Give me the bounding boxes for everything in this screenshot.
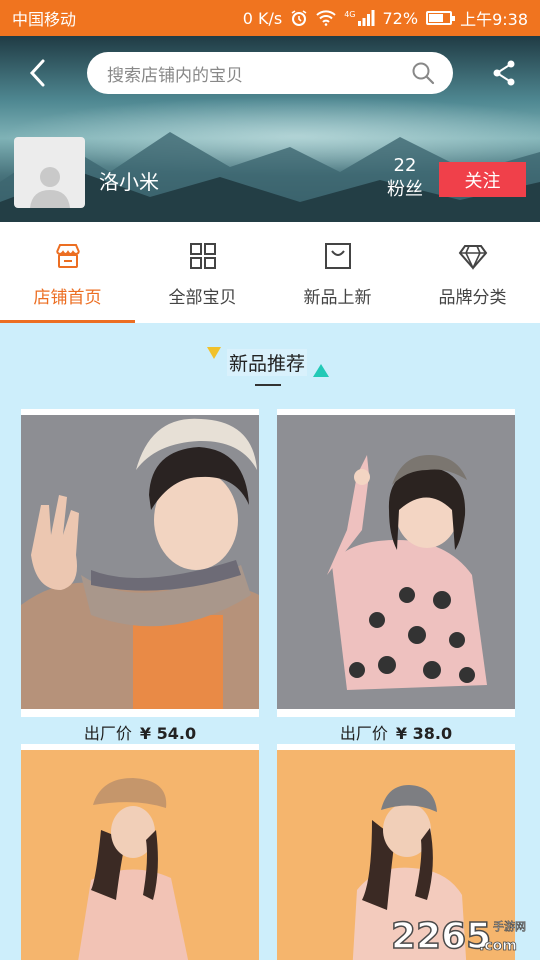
- alarm-icon: [290, 9, 308, 27]
- product-photo-girl-polka: [277, 415, 515, 709]
- price-label: 出厂价: [339, 724, 388, 743]
- product-photo-boy: [21, 415, 259, 709]
- chevron-left-icon: [29, 59, 45, 87]
- tab-new-arrivals[interactable]: 新品上新: [270, 222, 405, 323]
- network-type: 4G: [344, 10, 356, 19]
- product-image[interactable]: [21, 750, 259, 960]
- share-icon: [493, 60, 515, 86]
- share-button[interactable]: [488, 56, 520, 90]
- product-price-line: 出厂价 ¥ 38.0: [277, 720, 515, 744]
- tab-brand-categories[interactable]: 品牌分类: [405, 222, 540, 323]
- product-price: ¥ 38.0: [395, 724, 453, 743]
- tab-shop-home[interactable]: 店铺首页: [0, 222, 135, 323]
- product-price-line: 出厂价 ¥ 54.0: [21, 720, 259, 744]
- product-image[interactable]: [277, 415, 515, 709]
- teal-triangle-decoration: [313, 364, 329, 377]
- default-avatar-icon: [29, 167, 70, 208]
- fans-label: 粉丝: [387, 179, 423, 200]
- diamond-icon: [458, 245, 487, 270]
- wifi-icon: [316, 10, 336, 26]
- price-label: 出厂价: [83, 724, 132, 743]
- shop-avatar[interactable]: [14, 137, 85, 208]
- shop-name: 洛小米: [99, 170, 159, 194]
- watermark-brand: 2265: [391, 916, 491, 957]
- clock: 上午9:38: [460, 10, 528, 29]
- battery-percent: 72%: [382, 8, 419, 28]
- product-price: ¥ 54.0: [139, 724, 197, 743]
- shop-tabs: 店铺首页 全部宝贝 新品上新 品牌分类: [0, 222, 540, 323]
- watermark-suffix: .com: [479, 938, 517, 954]
- status-bar: 中国移动 0 K/s 4G 72% 上午9:38: [0, 0, 540, 36]
- watermark-label: 手游网: [493, 919, 526, 933]
- back-button[interactable]: [22, 56, 52, 90]
- search-icon[interactable]: [411, 61, 435, 85]
- signal-icon: 4G: [344, 10, 374, 26]
- bag-icon: [324, 243, 351, 269]
- carrier-label: 中国移动: [12, 10, 77, 29]
- site-watermark: 2265 .com 手游网: [390, 906, 540, 960]
- battery-icon: [426, 11, 456, 25]
- product-card[interactable]: [277, 409, 515, 717]
- product-card[interactable]: [21, 409, 259, 717]
- search-placeholder: 搜索店铺内的宝贝: [107, 65, 243, 86]
- section-title: 新品推荐: [227, 349, 308, 376]
- section-header: 新品推荐: [207, 343, 333, 387]
- tab-label: 店铺首页: [33, 288, 102, 308]
- store-icon: [55, 244, 80, 268]
- search-input[interactable]: 搜索店铺内的宝贝: [87, 52, 453, 94]
- product-card[interactable]: [21, 744, 259, 960]
- follow-button[interactable]: 关注: [439, 162, 526, 197]
- product-photo-girl-beret: [21, 750, 259, 960]
- tab-label: 新品上新: [303, 288, 372, 308]
- tab-label: 全部宝贝: [168, 288, 237, 308]
- section-underline: [255, 384, 281, 386]
- yellow-triangle-decoration: [207, 347, 221, 359]
- network-speed: 0 K/s: [242, 8, 283, 28]
- shop-header: 搜索店铺内的宝贝 洛小米 22 粉丝 关注: [0, 36, 540, 222]
- product-image[interactable]: [21, 415, 259, 709]
- tab-label: 品牌分类: [438, 288, 507, 308]
- tab-all-items[interactable]: 全部宝贝: [135, 222, 270, 323]
- fans-counter: 22 粉丝: [380, 154, 430, 202]
- grid-icon: [189, 243, 216, 269]
- fans-count: 22: [393, 155, 417, 176]
- watermark-logo: 2265 .com 手游网: [390, 915, 526, 958]
